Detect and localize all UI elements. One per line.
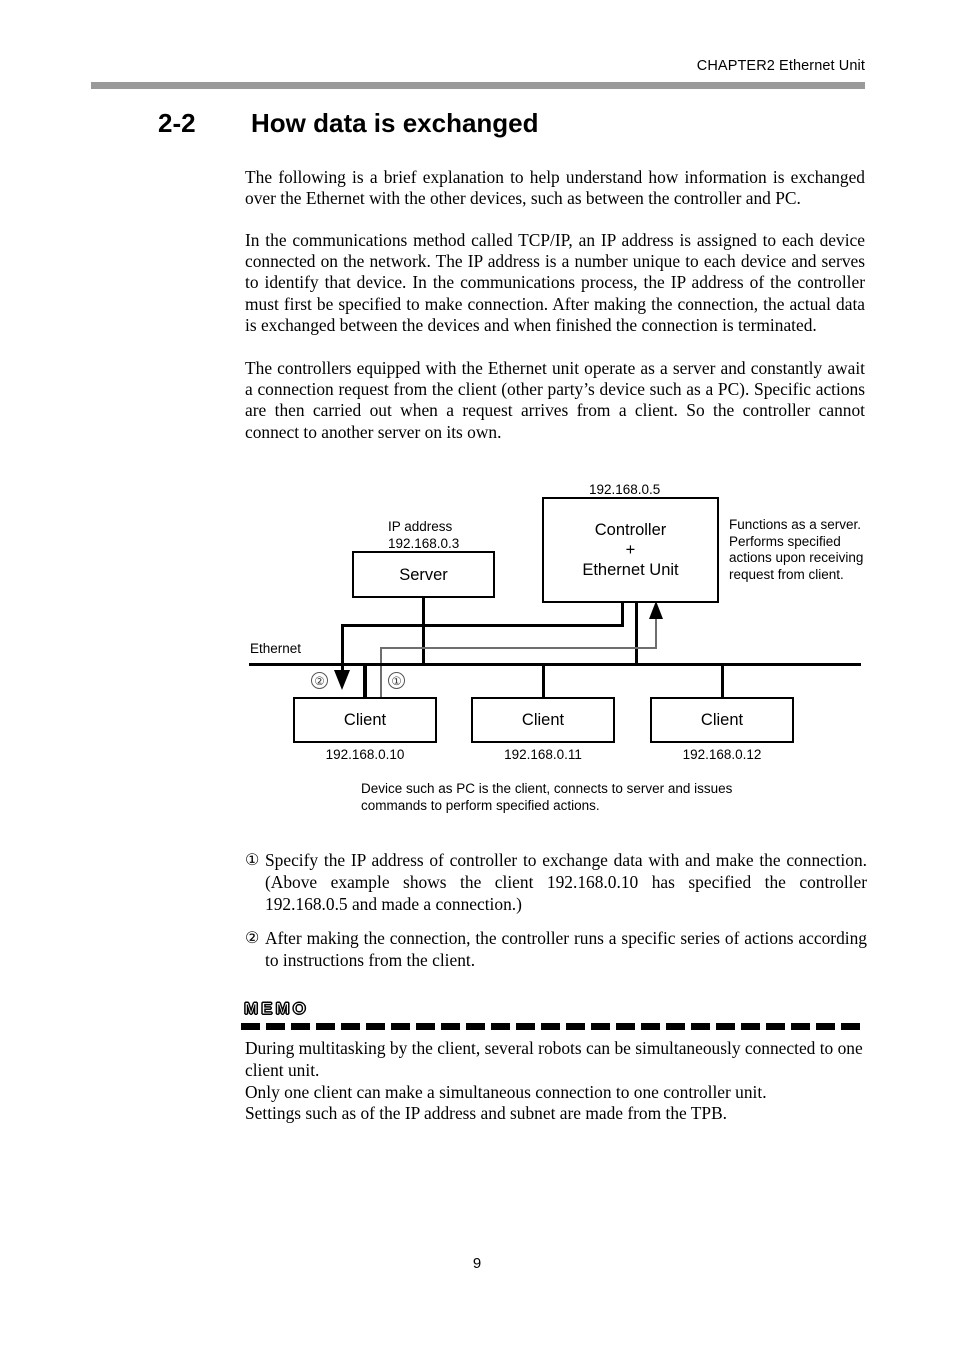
controller-box: Controller + Ethernet Unit [542, 497, 719, 603]
step-list-item-1: ① Specify the IP address of controller t… [245, 850, 867, 915]
client-box-3: Client [650, 697, 794, 743]
ethernet-bus-line [249, 663, 861, 666]
step2-marker-circle: ② [311, 672, 328, 689]
client-ip-1: 192.168.0.10 [325, 747, 405, 762]
step-2-text: After making the connection, the control… [265, 928, 867, 970]
page-number: 9 [472, 1255, 482, 1272]
memo-divider [241, 1023, 865, 1030]
client-box-1: Client [293, 697, 437, 743]
client1-drop-line [363, 666, 367, 698]
client2-drop-line [542, 666, 545, 698]
step1-marker-circle: ① [388, 672, 405, 689]
diagram-caption: Device such as PC is the client, connect… [361, 781, 733, 813]
server-drop-line [422, 598, 425, 665]
network-diagram: 192.168.0.5 Controller + Ethernet Unit F… [0, 0, 954, 1351]
step-list-item-2: ② After making the connection, the contr… [245, 928, 867, 972]
step2-path-vertical-right [621, 602, 624, 626]
step-1-marker: ① [245, 852, 260, 869]
ethernet-bus-label: Ethernet [250, 641, 302, 656]
document-page: CHAPTER2 Ethernet Unit 2-2 How data is e… [0, 0, 954, 1351]
client3-drop-line [721, 666, 724, 698]
server-box: Server [352, 551, 495, 598]
client-ip-2: 192.168.0.11 [504, 747, 582, 762]
step1-path-horizontal [380, 647, 657, 649]
step2-arrowhead-down [334, 670, 350, 690]
server-ip-label: IP address 192.168.0.3 [388, 519, 460, 551]
controller-note: Functions as a server. Performs specifie… [729, 517, 864, 582]
step2-path-vertical-left [341, 624, 344, 674]
client-ip-3: 192.168.0.12 [682, 747, 762, 762]
step1-arrowhead-up [649, 601, 663, 619]
step1-path-vertical-left [380, 647, 382, 703]
step-2-marker: ② [245, 930, 260, 947]
memo-body: During multitasking by the client, sever… [245, 1038, 863, 1124]
controller-drop-line [635, 602, 638, 665]
step1-path-vertical-right [655, 616, 657, 649]
step-1-text: Specify the IP address of controller to … [265, 850, 867, 914]
memo-heading: MEMO [244, 999, 309, 1019]
step2-path-horizontal [341, 624, 624, 627]
client-box-2: Client [471, 697, 615, 743]
